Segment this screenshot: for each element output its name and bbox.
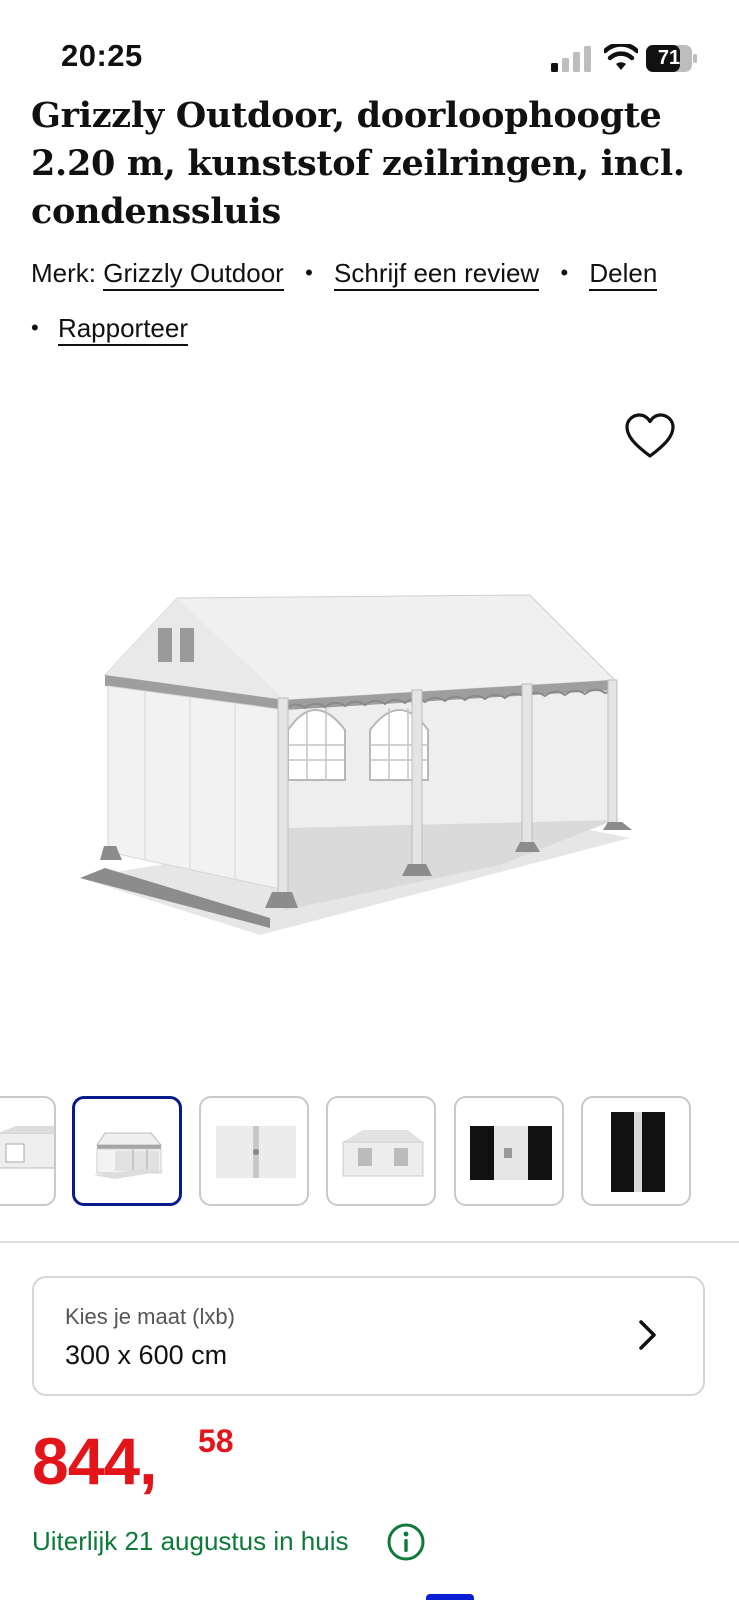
heart-icon[interactable] bbox=[624, 412, 676, 460]
status-time: 20:25 bbox=[61, 38, 143, 73]
price-euros: 844, bbox=[32, 1424, 157, 1498]
size-selector-value: 300 x 600 cm bbox=[65, 1340, 228, 1370]
product-title: Grizzly Outdoor, doorloophoogte 2.20 m, … bbox=[31, 95, 685, 232]
cellular-signal-icon bbox=[551, 46, 591, 72]
divider bbox=[0, 1241, 739, 1243]
share-link[interactable]: Delen bbox=[589, 258, 658, 291]
brand-link[interactable]: Grizzly Outdoor bbox=[103, 258, 284, 291]
brand-prefix: Merk: bbox=[31, 258, 96, 288]
chevron-right-icon bbox=[639, 1320, 656, 1350]
separator-dot: • bbox=[305, 260, 313, 285]
product-image-tent[interactable] bbox=[60, 580, 670, 950]
bottom-button-edge bbox=[426, 1594, 474, 1600]
separator-dot: • bbox=[31, 315, 39, 340]
size-selector-label: Kies je maat (lxb) bbox=[65, 1304, 235, 1329]
price-cents: 58 bbox=[198, 1423, 234, 1459]
price: 844, 58 bbox=[32, 1424, 234, 1498]
thumbnail-pole-connector[interactable] bbox=[454, 1096, 564, 1206]
thumbnail-tent-windows[interactable] bbox=[326, 1096, 436, 1206]
info-icon[interactable] bbox=[386, 1522, 426, 1562]
battery-icon: 71 bbox=[646, 45, 698, 72]
report-link[interactable]: Rapporteer bbox=[57, 313, 189, 346]
thumbnail-strip bbox=[0, 1096, 739, 1210]
product-meta-row-2: • Rapporteer bbox=[31, 313, 189, 346]
thumbnail-door-zipper[interactable] bbox=[199, 1096, 309, 1206]
write-review-link[interactable]: Schrijf een review bbox=[334, 258, 540, 291]
size-selector[interactable]: Kies je maat (lxb) 300 x 600 cm bbox=[32, 1276, 705, 1396]
thumbnail-tent-side[interactable] bbox=[0, 1096, 56, 1206]
thumbnail-pole-detail[interactable] bbox=[581, 1096, 691, 1206]
wifi-icon bbox=[604, 44, 638, 70]
battery-level: 71 bbox=[657, 47, 681, 69]
separator-dot: • bbox=[560, 260, 569, 285]
product-meta-row: Merk: Grizzly Outdoor • Schrijf een revi… bbox=[31, 258, 658, 291]
thumbnail-tent-front[interactable] bbox=[72, 1096, 182, 1206]
status-bar: 20:25 71 bbox=[0, 0, 739, 96]
delivery-estimate: Uiterlijk 21 augustus in huis bbox=[32, 1526, 349, 1556]
